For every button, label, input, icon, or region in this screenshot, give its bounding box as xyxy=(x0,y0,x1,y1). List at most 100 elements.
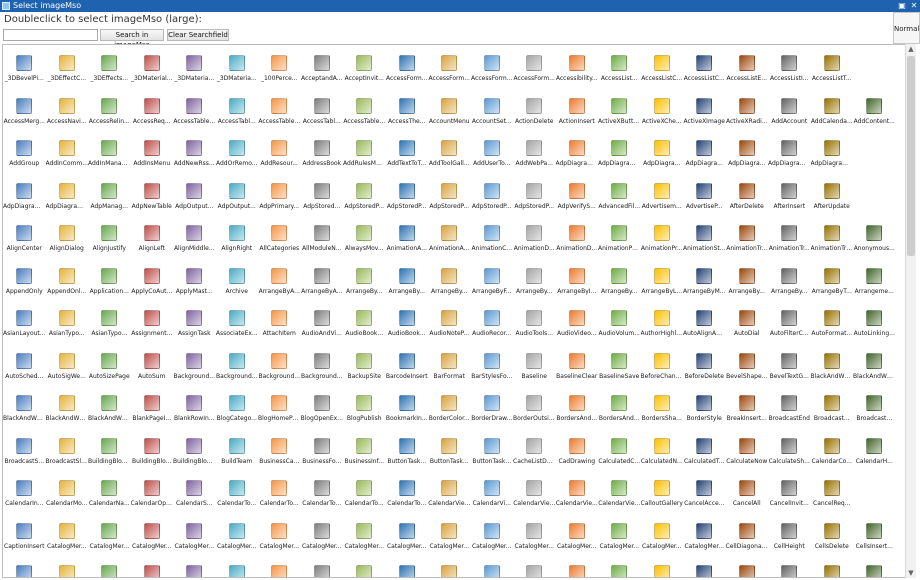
icon-cell[interactable]: BarStylesFo... xyxy=(471,349,514,392)
icon-cell[interactable]: AlignJustify xyxy=(88,221,131,264)
icon-cell[interactable]: CalculatedN... xyxy=(641,434,684,477)
icon-cell[interactable]: CalendarVie... xyxy=(556,476,599,519)
icon-cell[interactable]: AnimationPr... xyxy=(641,221,684,264)
icon-cell[interactable]: AccessTable... xyxy=(173,94,216,137)
icon-cell[interactable]: AddRulesMenu xyxy=(343,136,386,179)
icon-cell[interactable]: ArrangeBy... xyxy=(343,264,386,307)
icon-cell[interactable]: _3DMateria... xyxy=(216,51,259,94)
scroll-thumb[interactable] xyxy=(907,56,915,256)
icon-cell[interactable]: AccountMenu xyxy=(428,94,471,137)
icon-cell[interactable]: BlogPublish xyxy=(343,391,386,434)
icon-cell[interactable]: ArrangeByI... xyxy=(556,264,599,307)
icon-cell[interactable]: Broadcast... xyxy=(811,391,854,434)
icon-cell[interactable]: AudioTools... xyxy=(513,306,556,349)
icon-cell[interactable]: AddGroup xyxy=(3,136,46,179)
icon-cell[interactable]: ArrangeBy... xyxy=(428,264,471,307)
icon-cell[interactable]: AddressBook xyxy=(301,136,344,179)
icon-cell[interactable]: ArrangeBy... xyxy=(726,264,769,307)
icon-cell[interactable]: AllCategories xyxy=(258,221,301,264)
icon-cell[interactable]: AssociateEx... xyxy=(216,306,259,349)
icon-cell[interactable]: CellDiagonal... xyxy=(726,519,768,562)
icon-cell[interactable]: CatalogMer... xyxy=(258,519,301,562)
icon-cell[interactable]: AutoFormat... xyxy=(811,306,854,349)
icon-cell[interactable]: CatalogMer... xyxy=(428,519,471,562)
icon-cell[interactable]: AnimationTr... xyxy=(768,221,811,264)
icon-cell[interactable]: AccessListC... xyxy=(641,51,684,94)
icon-cell[interactable]: AnimationTri... xyxy=(811,221,853,264)
icon-cell[interactable]: Archive xyxy=(216,264,259,307)
icon-cell[interactable]: ArrangeByF... xyxy=(471,264,514,307)
icon-cell[interactable]: AuthorHighli... xyxy=(641,306,683,349)
icon-cell[interactable]: CatalogMer... xyxy=(683,519,726,562)
icon-cell[interactable]: CatalogMer... xyxy=(343,519,386,562)
icon-cell[interactable]: AnimationTr... xyxy=(726,221,769,264)
icon-cell[interactable]: AddAccount xyxy=(768,94,811,137)
icon-cell[interactable]: AudioNoteP... xyxy=(428,306,471,349)
icon-cell[interactable]: AccessTable... xyxy=(343,94,386,137)
icon-cell[interactable]: BordersAnd... xyxy=(556,391,599,434)
icon-cell[interactable]: CalculateSh... xyxy=(768,434,811,477)
icon-cell[interactable]: AutoSigWe... xyxy=(46,349,89,392)
icon-cell[interactable]: AlignLeft xyxy=(131,221,174,264)
icon-cell[interactable]: CellHeight xyxy=(768,519,811,562)
icon-cell[interactable]: BordersSha... xyxy=(641,391,684,434)
icon-cell[interactable]: BuildingBloc... xyxy=(173,434,216,477)
icon-cell[interactable]: AnimationA... xyxy=(386,221,429,264)
icon-cell[interactable]: ArrangeByL... xyxy=(641,264,684,307)
icon-cell[interactable]: Background... xyxy=(301,349,344,392)
icon-cell[interactable]: CancelAll xyxy=(726,476,769,519)
icon-cell[interactable]: AddOrRemo... xyxy=(216,136,259,179)
icon-cell[interactable]: Anonymous... xyxy=(853,221,896,264)
icon-cell[interactable]: AccessListC... xyxy=(683,51,726,94)
icon-cell[interactable]: Baseline xyxy=(513,349,556,392)
icon-cell[interactable]: CatalogMer... xyxy=(471,519,514,562)
icon-cell[interactable]: BorderColor... xyxy=(428,391,471,434)
icon-cell[interactable]: AudioRecor... xyxy=(471,306,514,349)
icon-cell[interactable]: AdpStoredP... xyxy=(386,179,429,222)
icon-cell[interactable]: BlackAndWh... xyxy=(46,391,88,434)
icon-cell[interactable]: BusinessInf... xyxy=(343,434,386,477)
icon-cell[interactable]: CalendarTo... xyxy=(216,476,259,519)
icon-cell[interactable]: AutoSizePage xyxy=(88,349,131,392)
icon-cell[interactable]: AssignTask xyxy=(173,306,216,349)
icon-cell[interactable]: CalendarTo... xyxy=(258,476,301,519)
icon-cell[interactable]: AdpPrimary... xyxy=(258,179,301,222)
icon-cell[interactable]: BorderStyle xyxy=(683,391,726,434)
icon-cell[interactable]: BorderDraw... xyxy=(471,391,514,434)
icon-cell[interactable]: BreakInsert... xyxy=(726,391,769,434)
icon-cell[interactable]: Broadcast... xyxy=(853,391,896,434)
icon-cell[interactable]: BevelTextG... xyxy=(768,349,811,392)
icon-cell[interactable]: BroadcastEnd xyxy=(768,391,811,434)
icon-cell[interactable]: CalculatedT... xyxy=(683,434,726,477)
icon-cell[interactable]: AdpStoredP... xyxy=(343,179,386,222)
icon-cell[interactable]: Accessibility... xyxy=(556,51,599,94)
icon-cell[interactable]: AnimationD... xyxy=(556,221,599,264)
icon-cell[interactable]: AdvancedFil... xyxy=(598,179,641,222)
icon-cell[interactable]: AcceptandA... xyxy=(301,51,344,94)
icon-cell[interactable]: BlogHomePage xyxy=(258,391,301,434)
icon-cell[interactable]: CatalogMer... xyxy=(131,519,174,562)
icon-cell[interactable]: _3DEffectC... xyxy=(46,51,89,94)
icon-cell[interactable]: AdpDiagra... xyxy=(683,136,726,179)
icon-cell[interactable]: AccessNavi... xyxy=(46,94,89,137)
icon-cell[interactable]: AccessListE... xyxy=(726,51,769,94)
icon-cell[interactable]: AdpDiagram... xyxy=(768,136,811,179)
icon-cell[interactable]: BlackAndWh... xyxy=(88,391,131,434)
icon-cell[interactable]: BarcodeInsert xyxy=(386,349,429,392)
icon-cell[interactable]: ButtonTask... xyxy=(471,434,514,477)
icon-cell[interactable]: BlogOpenEx... xyxy=(301,391,344,434)
close-button[interactable]: ✕ xyxy=(909,1,919,11)
icon-cell[interactable]: AudioVideo... xyxy=(556,306,599,349)
icon-cell[interactable]: AdpDiagram... xyxy=(811,136,853,179)
restore-button[interactable]: ▣ xyxy=(897,1,907,11)
icon-cell[interactable]: ArrangeByA... xyxy=(301,264,344,307)
icon-cell[interactable]: AdpDiagra... xyxy=(641,136,684,179)
icon-cell[interactable]: AdpNewTable xyxy=(131,179,174,222)
icon-cell[interactable]: AdvertiseP... xyxy=(683,179,726,222)
icon-cell[interactable]: BarFormat xyxy=(428,349,471,392)
icon-cell[interactable]: AutoSum xyxy=(131,349,174,392)
icon-cell[interactable]: ArrangeBy... xyxy=(513,264,556,307)
icon-cell[interactable]: AudioAndVi... xyxy=(301,306,344,349)
scroll-up-icon[interactable]: ▲ xyxy=(906,44,916,54)
icon-cell[interactable]: CatalogMer... xyxy=(556,519,599,562)
